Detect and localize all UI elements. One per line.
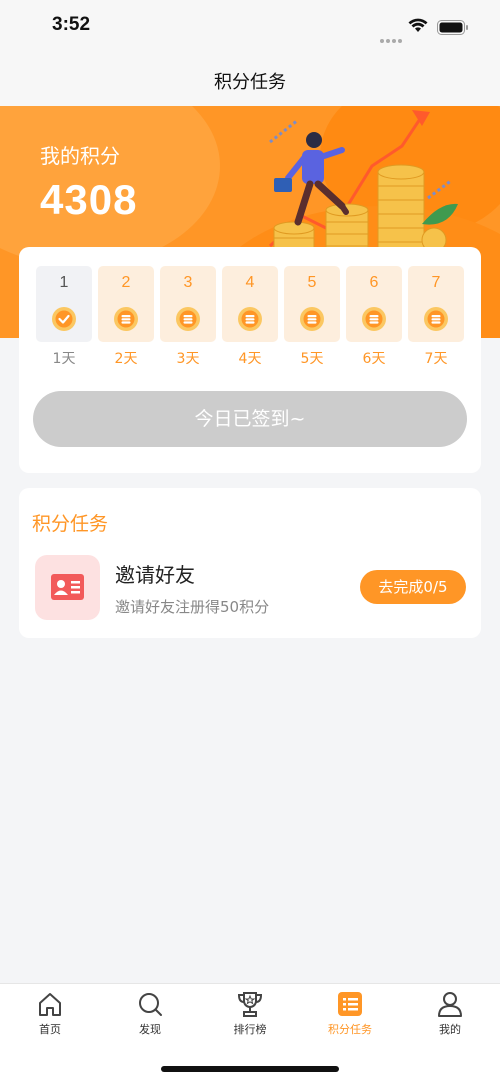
tab-label: 发现 xyxy=(139,1023,161,1036)
user-icon xyxy=(438,992,462,1017)
status-bar: 3:52 xyxy=(0,0,500,56)
tab-label: 我的 xyxy=(439,1023,461,1036)
signal-dots-icon xyxy=(380,28,404,47)
task-list-icon xyxy=(338,992,362,1016)
tab-label: 积分任务 xyxy=(328,1023,372,1036)
checkin-day-4: 4 xyxy=(222,266,278,342)
checkin-day-number: 6 xyxy=(369,274,379,291)
checkin-day-label: 4天 xyxy=(238,351,262,367)
nav-bar: 积分任务 xyxy=(0,56,500,106)
tab-points-tasks[interactable]: 积分任务 xyxy=(310,990,390,1046)
checkin-day-number: 4 xyxy=(245,274,255,291)
checkin-day-number: 3 xyxy=(183,274,193,291)
wifi-icon xyxy=(408,18,428,32)
checkmark-coin-icon xyxy=(52,307,76,331)
coin-icon xyxy=(238,307,262,331)
checkin-day-number: 7 xyxy=(431,274,441,291)
growth-illustration xyxy=(268,110,458,256)
task-icon-container xyxy=(35,555,100,620)
complete-task-button[interactable]: 去完成0/5 xyxy=(360,570,466,604)
id-card-icon xyxy=(51,574,84,600)
checkin-day-label: 3天 xyxy=(176,351,200,367)
coin-icon xyxy=(362,307,386,331)
checkin-day-7: 7 xyxy=(408,266,464,342)
my-points-value: 4308 xyxy=(40,176,138,223)
coin-icon xyxy=(114,307,138,331)
checkin-day-3: 3 xyxy=(160,266,216,342)
home-icon xyxy=(39,993,61,1016)
checkin-day-number: 1 xyxy=(59,274,69,291)
checkin-day-label: 7天 xyxy=(424,351,448,367)
coin-icon xyxy=(176,307,200,331)
checkin-day-1: 1 xyxy=(36,266,92,342)
tab-label: 首页 xyxy=(39,1023,61,1036)
checkin-day-label: 5天 xyxy=(300,351,324,367)
page-title: 积分任务 xyxy=(214,72,286,93)
search-icon xyxy=(139,993,162,1016)
tab-ranking[interactable]: 排行榜 xyxy=(210,990,290,1046)
battery-icon xyxy=(437,20,468,35)
task-title: 邀请好友 xyxy=(115,563,195,587)
checkin-day-2: 2 xyxy=(98,266,154,342)
tab-mine[interactable]: 我的 xyxy=(410,990,490,1046)
checkin-day-label: 1天 xyxy=(52,351,76,367)
task-description: 邀请好友注册得50积分 xyxy=(115,598,270,616)
task-card: 积分任务 邀请好友 邀请好友注册得50积分 去完成0/5 xyxy=(19,488,481,638)
status-time: 3:52 xyxy=(52,14,91,35)
coin-icon xyxy=(424,307,448,331)
checkin-day-number: 5 xyxy=(307,274,317,291)
tab-discover[interactable]: 发现 xyxy=(110,990,190,1046)
tab-home[interactable]: 首页 xyxy=(10,990,90,1046)
checkin-day-number: 2 xyxy=(121,274,131,291)
checkin-day-5: 5 xyxy=(284,266,340,342)
checkin-day-6: 6 xyxy=(346,266,402,342)
task-section-title: 积分任务 xyxy=(32,513,109,535)
my-points-label: 我的积分 xyxy=(40,144,120,168)
checkin-day-label: 6天 xyxy=(362,351,386,367)
trophy-icon xyxy=(237,992,263,1017)
checkin-card: 1 1天 2 2天 3 3天 4 4天 5 5天 6 6天 7 7天 今日已签到~ xyxy=(19,247,481,473)
checked-in-button[interactable]: 今日已签到~ xyxy=(33,391,467,447)
home-indicator xyxy=(161,1066,339,1072)
tab-label: 排行榜 xyxy=(233,1023,267,1036)
coin-icon xyxy=(300,307,324,331)
checkin-day-label: 2天 xyxy=(114,351,138,367)
